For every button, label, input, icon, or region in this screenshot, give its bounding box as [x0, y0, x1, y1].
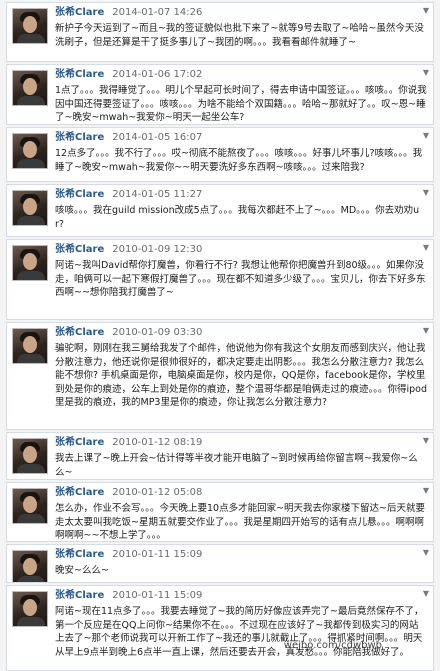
post-header: 张希Clare 2010-01-11 15:09	[55, 589, 427, 603]
chevron-down-icon[interactable]: ▼	[423, 486, 429, 495]
author-name[interactable]: 张希Clare	[55, 437, 104, 448]
chevron-down-icon[interactable]: ▼	[423, 131, 429, 140]
avatar[interactable]	[12, 190, 48, 226]
post-date: 2014-01-07 14:26	[112, 7, 202, 18]
avatar[interactable]	[12, 8, 48, 44]
post-header: 张希Clare 2014-01-05 11:27	[55, 188, 427, 202]
post-item[interactable]: 张希Clare 2014-01-05 16:07 ▼ 12点多了。。。我不行了。。。哎…	[6, 127, 434, 182]
avatar[interactable]	[12, 328, 48, 364]
post-header: 张希Clare 2010-01-09 12:30	[55, 243, 427, 257]
avatar[interactable]	[12, 70, 48, 106]
chevron-down-icon[interactable]: ▼	[423, 243, 429, 252]
post-date: 2010-01-11 15:09	[112, 590, 202, 601]
avatar[interactable]	[12, 488, 48, 524]
post-header: 张希Clare 2010-01-12 05:08	[55, 486, 427, 500]
post-item[interactable]: 张希Clare2010-01-11 15:09▼阿诺~现在11点多了。。。我要去…	[6, 585, 434, 671]
post-text: 骗驼啊，刚刚在我三舅给我发了个邮件，他说他为你有我这个女朋友而感到庆兴，他让我分…	[55, 342, 427, 410]
post-text: 怎么办，作业不会写。。。今天晚上要10点多才能回家~明天我去你家楼下留达~后天就…	[55, 502, 427, 542]
post-date: 2014-01-05 11:27	[112, 189, 202, 200]
post-date: 2014-01-05 16:07	[112, 132, 202, 143]
author-name[interactable]: 张希Clare	[55, 244, 104, 255]
post-item[interactable]: 张希Clare 2010-01-09 03:30 ▼ 骗驼啊，刚刚在我三舅给我发了个邮…	[6, 322, 434, 430]
weibo-feed: 张希Clare 2014-01-07 14:26 ▼ 新护子今天运到了~而且~我的签证…	[0, 0, 440, 657]
chevron-down-icon[interactable]: ▼	[423, 6, 429, 15]
post-date: 2010-01-11 15:09	[112, 549, 202, 560]
author-name[interactable]: 张希Clare	[55, 7, 104, 18]
author-name[interactable]: 张希Clare	[55, 189, 104, 200]
weibo-watermark: weibo.com/cdwbwb	[284, 640, 382, 651]
post-item[interactable]: 张希Clare 2010-01-12 05:08 ▼ 怎么办，作业不会写。。。今天晚上…	[6, 482, 434, 542]
post-text: 阿诺~我叫David帮你打魔兽，你看行不行? 我想让他帮你把魔兽升到80级。。。…	[55, 259, 427, 300]
post-text: 12点多了。。。我不行了。。。哎~彻底不能熬夜了。。。咳咳。。。好事儿坏事儿?咳…	[55, 147, 427, 174]
post-date: 2014-01-06 17:02	[112, 69, 202, 80]
post-text: 我去上课了~晚上开会~估计得等半夜才能开电脑了~到时候再给你留言啊~我爱你~么么…	[55, 452, 427, 479]
post-text: 咳咳。。。我在guild mission改成5点了。。。我每次都赶不上了~。。。…	[55, 204, 427, 231]
post-date: 2010-01-12 08:19	[112, 437, 202, 448]
post-item[interactable]: 张希Clare 2010-01-11 15:09 ▼ 晚安~么么~	[6, 544, 434, 583]
avatar[interactable]	[12, 245, 48, 281]
author-name[interactable]: 张希Clare	[55, 549, 104, 560]
post-item[interactable]: 张希Clare 2010-01-12 08:19 ▼ 我去上课了~晚上开会~估计得等半…	[6, 432, 434, 480]
post-item[interactable]: 张希Clare 2010-01-09 12:30 ▼ 阿诺~我叫David帮你打魔兽，…	[6, 239, 434, 320]
post-item[interactable]: 张希Clare 2014-01-06 17:02 ▼ 1点了。。。我得睡觉了。。。明儿…	[6, 64, 434, 125]
chevron-down-icon[interactable]: ▼	[423, 188, 429, 197]
post-date: 2010-01-09 12:30	[112, 244, 202, 255]
avatar[interactable]	[12, 591, 48, 627]
author-name[interactable]: 张希Clare	[55, 590, 104, 601]
avatar[interactable]	[12, 133, 48, 169]
author-name[interactable]: 张希Clare	[55, 327, 104, 338]
post-header: 张希Clare 2010-01-09 03:30	[55, 326, 427, 340]
post-text: 晚安~么么~	[55, 564, 427, 578]
chevron-down-icon[interactable]: ▼	[423, 589, 429, 598]
avatar[interactable]	[12, 550, 48, 583]
author-name[interactable]: 张希Clare	[55, 69, 104, 80]
chevron-down-icon[interactable]: ▼	[423, 326, 429, 335]
author-name[interactable]: 张希Clare	[55, 487, 104, 498]
post-header: 张希Clare 2010-01-12 08:19	[55, 436, 427, 450]
avatar[interactable]	[12, 438, 48, 474]
post-text: 新护子今天运到了~而且~我的签证貌似也批下来了~就等9号去取了~哈哈~虽然今天没…	[55, 22, 427, 49]
post-date: 2010-01-12 05:08	[112, 487, 202, 498]
chevron-down-icon[interactable]: ▼	[423, 68, 429, 77]
post-item[interactable]: 张希Clare 2014-01-05 11:27 ▼ 咳咳。。。我在guild mis…	[6, 184, 434, 237]
post-header: 张希Clare 2010-01-11 15:09	[55, 548, 427, 562]
post-date: 2010-01-09 03:30	[112, 327, 202, 338]
post-item[interactable]: 张希Clare 2014-01-07 14:26 ▼ 新护子今天运到了~而且~我的签证…	[6, 2, 434, 62]
post-text: 1点了。。。我得睡觉了。。。明儿个早起可长时间了，得去申请中国签证。。。咳咳。。…	[55, 84, 427, 125]
chevron-down-icon[interactable]: ▼	[423, 436, 429, 445]
author-name[interactable]: 张希Clare	[55, 132, 104, 143]
post-header: 张希Clare 2014-01-05 16:07	[55, 131, 427, 145]
post-header: 张希Clare 2014-01-07 14:26	[55, 6, 427, 20]
post-header: 张希Clare 2014-01-06 17:02	[55, 68, 427, 82]
chevron-down-icon[interactable]: ▼	[423, 548, 429, 557]
